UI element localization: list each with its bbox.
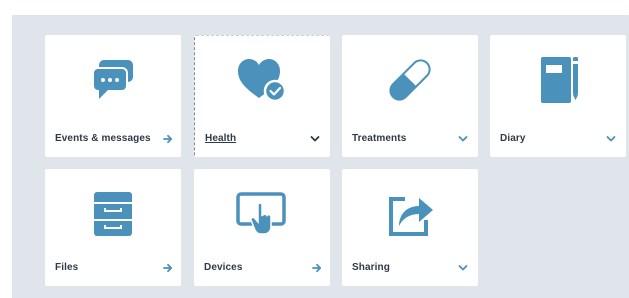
tile-files[interactable]: Files bbox=[45, 169, 181, 286]
tile-label: Diary bbox=[500, 133, 526, 144]
tile-events-messages[interactable]: Events & messages bbox=[45, 35, 181, 157]
share-export-icon bbox=[342, 185, 478, 243]
tile-label: Events & messages bbox=[55, 133, 151, 144]
file-cabinet-icon bbox=[45, 185, 181, 243]
tile-devices[interactable]: Devices bbox=[194, 169, 330, 286]
arrow-right-icon[interactable] bbox=[161, 132, 175, 146]
arrow-right-icon[interactable] bbox=[310, 261, 324, 275]
arrow-right-icon[interactable] bbox=[161, 261, 175, 275]
chevron-down-icon[interactable] bbox=[308, 132, 322, 146]
dashboard-grid: Events & messages Health Treatments Diar… bbox=[12, 15, 629, 298]
chevron-down-icon[interactable] bbox=[604, 132, 618, 146]
tile-diary[interactable]: Diary bbox=[490, 35, 626, 157]
tile-health[interactable]: Health bbox=[194, 35, 330, 157]
tile-label: Devices bbox=[204, 262, 243, 273]
tile-label: Files bbox=[55, 262, 79, 273]
chevron-down-icon[interactable] bbox=[456, 132, 470, 146]
tile-label: Health bbox=[205, 133, 237, 144]
heart-check-icon bbox=[195, 52, 330, 110]
tile-sharing[interactable]: Sharing bbox=[342, 169, 478, 286]
tile-treatments[interactable]: Treatments bbox=[342, 35, 478, 157]
page: Events & messages Health Treatments Diar… bbox=[0, 0, 629, 298]
tile-label: Treatments bbox=[352, 133, 407, 144]
tile-label: Sharing bbox=[352, 262, 390, 273]
chevron-down-icon[interactable] bbox=[456, 261, 470, 275]
notebook-icon bbox=[490, 51, 626, 109]
tablet-touch-icon bbox=[194, 185, 330, 243]
pill-capsule-icon bbox=[342, 51, 478, 109]
chat-bubbles-icon bbox=[45, 51, 181, 109]
